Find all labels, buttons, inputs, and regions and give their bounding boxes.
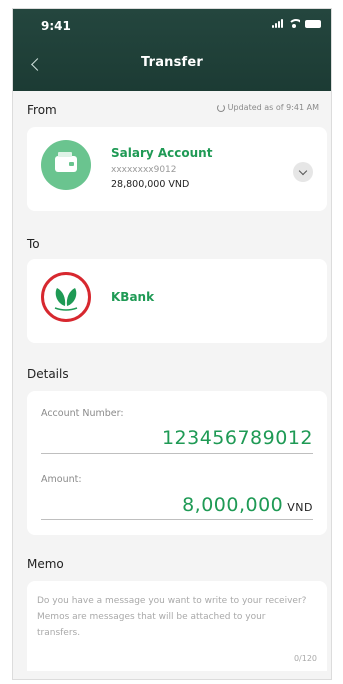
amount-label: Amount: [41, 474, 82, 485]
account-name: Salary Account [111, 146, 213, 160]
bank-name: KBank [111, 290, 155, 304]
content: From Updated as of 9:41 AM Salary Accoun… [13, 91, 331, 679]
account-number-label: Account Number: [41, 408, 124, 419]
account-number-underline [41, 453, 313, 454]
account-balance: 28,800,000 VND [111, 179, 190, 190]
account-number-input[interactable]: 123456789012 [162, 427, 313, 449]
updated-timestamp: Updated as of 9:41 AM [216, 103, 319, 112]
page-title: Transfer [140, 55, 204, 70]
memo-input[interactable]: Do you have a message you want to write … [27, 581, 327, 671]
signal-icon [272, 19, 283, 28]
amount-input[interactable]: 8,000,000 VND [182, 494, 313, 516]
status-icons [272, 19, 321, 28]
chevron-down-icon [298, 166, 308, 175]
amount-underline [41, 519, 313, 520]
account-number: xxxxxxxx9012 [111, 165, 177, 175]
refresh-icon [216, 103, 225, 112]
memo-label: Memo [27, 557, 64, 571]
details-label: Details [27, 367, 69, 381]
amount-value: 8,000,000 [182, 494, 284, 516]
updated-text: Updated as of 9:41 AM [227, 103, 319, 112]
account-select-button[interactable] [293, 162, 313, 182]
memo-placeholder: Do you have a message you want to write … [37, 596, 307, 638]
to-label: To [27, 237, 40, 251]
wifi-icon [288, 19, 300, 28]
from-label: From [27, 103, 57, 117]
status-time: 9:41 [41, 19, 71, 33]
account-avatar [41, 140, 91, 190]
phone-frame: 9:41 Transfer From Updated as of 9:41 AM… [12, 8, 332, 680]
from-account-card[interactable]: Salary Account xxxxxxxx9012 28,800,000 V… [27, 127, 327, 211]
header: 9:41 Transfer [13, 9, 331, 91]
wallet-icon [55, 152, 77, 172]
memo-character-count: 0/120 [293, 654, 317, 663]
details-card: Account Number: 123456789012 Amount: 8,0… [27, 391, 327, 535]
amount-unit: VND [287, 501, 313, 514]
kbank-logo-icon [41, 272, 91, 322]
to-bank-card[interactable]: KBank [27, 259, 327, 343]
battery-icon [305, 19, 321, 28]
